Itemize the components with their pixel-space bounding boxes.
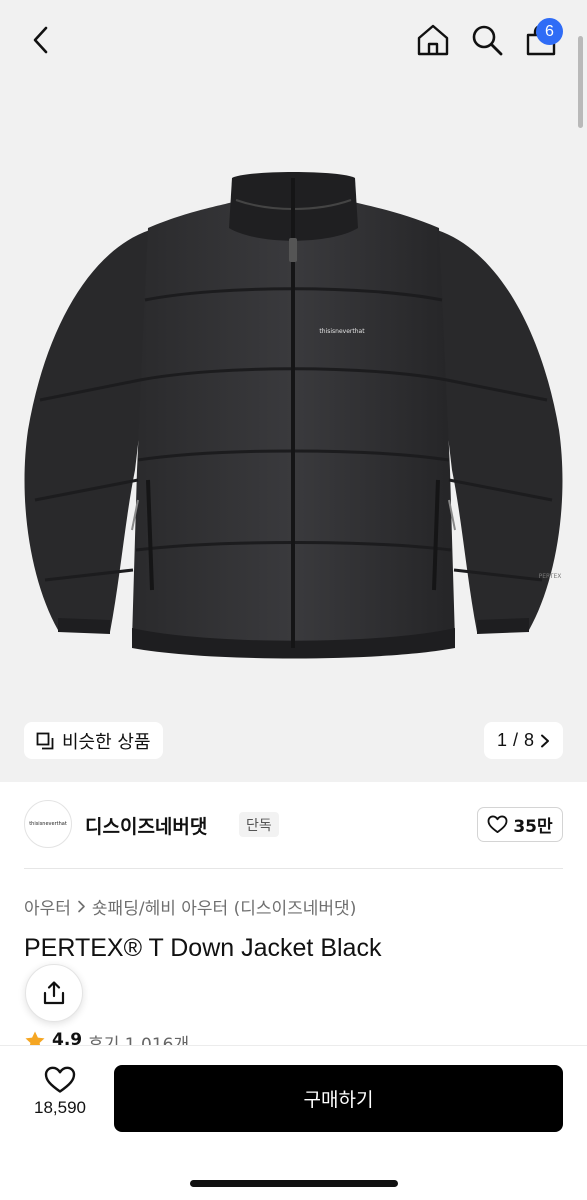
chevron-right-icon [78,900,85,913]
heart-icon [487,815,508,834]
brand-logo-text: thisisneverthat [29,821,67,827]
brand-row: thisisneverthat 디스이즈네버댓 단독 35만 [24,800,563,850]
share-icon [43,981,65,1005]
brand-logo[interactable]: thisisneverthat [24,800,72,848]
home-icon [417,24,449,56]
breadcrumb-item[interactable]: 아우터 [24,894,71,919]
jacket-sleeve-logo: PERTEX [539,573,562,580]
exclusive-tag: 단독 [239,812,279,837]
chevron-right-icon [541,734,550,747]
heart-icon [44,1066,76,1093]
breadcrumb: 아우터 숏패딩/헤비 아우터 (디스이즈네버댓) [24,894,356,919]
similar-products-label: 비슷한 상품 [62,731,151,753]
section-divider [24,868,563,869]
pager-separator: / [512,730,518,750]
buy-button[interactable]: 구매하기 [114,1065,563,1132]
product-image[interactable]: thisisneverthat PERTEX [0,150,587,670]
jacket-chest-logo: thisisneverthat [319,328,365,335]
wishlist-count: 18,590 [34,1098,86,1117]
cart-count-badge: 6 [536,18,563,45]
chevron-left-icon [33,26,48,54]
search-icon [472,25,503,56]
image-pager[interactable]: 1 / 8 [484,722,563,759]
scrollbar[interactable] [578,36,583,128]
home-indicator[interactable] [190,1180,398,1187]
back-button[interactable] [20,18,64,62]
home-button[interactable] [411,18,455,62]
brand-name[interactable]: 디스이즈네버댓 [85,812,207,839]
bottom-action-bar: 18,590 구매하기 [0,1045,587,1200]
pager-total: 8 [524,730,535,750]
brand-like-button[interactable]: 35만 [477,807,563,842]
brand-like-count: 35만 [513,817,553,837]
breadcrumb-item[interactable]: 숏패딩/헤비 아우터 (디스이즈네버댓) [92,894,356,919]
overlapping-squares-icon [36,732,54,749]
product-title: PERTEX® T Down Jacket Black [24,934,382,962]
wishlist-button[interactable]: 18,590 [20,1066,100,1130]
pager-current: 1 [496,730,507,750]
top-header: 6 [0,0,587,80]
search-button[interactable] [465,18,509,62]
share-button[interactable] [25,964,83,1022]
product-gallery[interactable]: 6 thisisneverthat PERTEX 비슷한 상품 1 / 8 [0,0,587,782]
similar-products-button[interactable]: 비슷한 상품 [24,722,163,759]
